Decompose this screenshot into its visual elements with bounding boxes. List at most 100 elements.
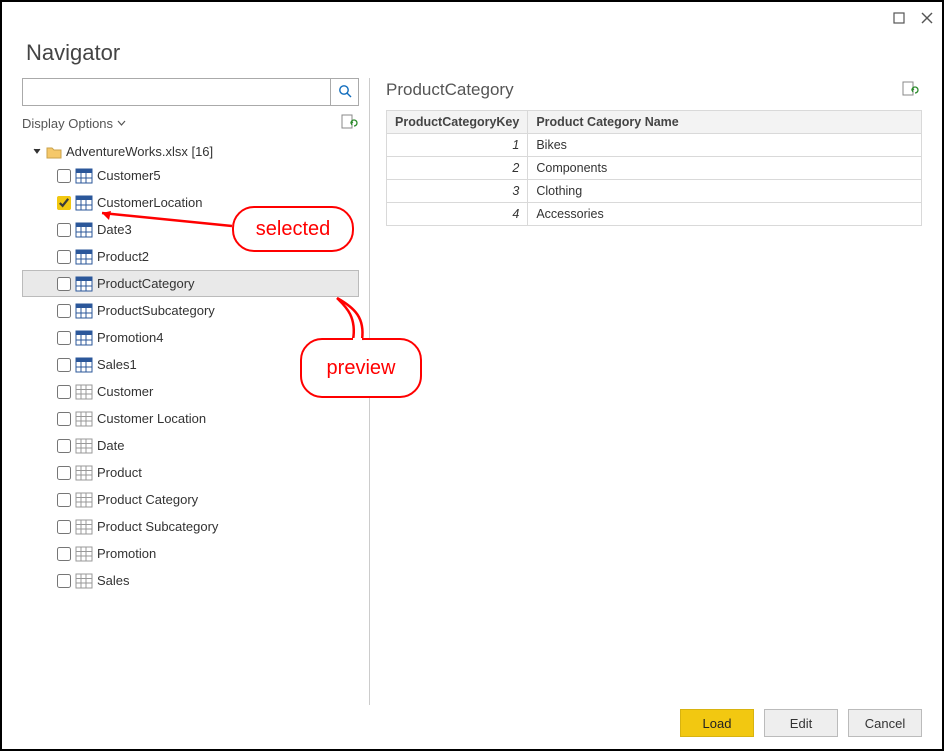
table-icon (76, 331, 92, 345)
left-pane: Display Options (22, 78, 370, 705)
tree-item-checkbox[interactable] (57, 493, 71, 507)
tree-item[interactable]: ProductCategory (22, 270, 359, 297)
tree-item-label: Sales (97, 573, 130, 588)
table-icon (76, 358, 92, 372)
search-button[interactable] (330, 79, 358, 105)
table-row[interactable]: 1Bikes (387, 134, 922, 157)
load-button[interactable]: Load (680, 709, 754, 737)
tree-item-label: CustomerLocation (97, 195, 203, 210)
column-header[interactable]: Product Category Name (528, 111, 922, 134)
options-row: Display Options (22, 106, 359, 139)
tree-item-label: Customer Location (97, 411, 206, 426)
tree-item[interactable]: Product Subcategory (22, 513, 359, 540)
tree-item-label: Product (97, 465, 142, 480)
table-cell: Bikes (528, 134, 922, 157)
tree-item-label: Date (97, 438, 124, 453)
table-icon (76, 196, 92, 210)
tree-item[interactable]: Product Category (22, 486, 359, 513)
tree-item-checkbox[interactable] (57, 574, 71, 588)
tree-item-checkbox[interactable] (57, 250, 71, 264)
preview-table: ProductCategoryKeyProduct Category Name … (386, 110, 922, 226)
worksheet-icon (76, 493, 92, 507)
table-icon (76, 304, 92, 318)
maximize-icon[interactable] (892, 11, 906, 25)
tree-item-label: Sales1 (97, 357, 137, 372)
table-cell: 3 (387, 180, 528, 203)
tree-item-label: ProductCategory (97, 276, 195, 291)
tree-item-checkbox[interactable] (57, 466, 71, 480)
tree-item-checkbox[interactable] (57, 331, 71, 345)
tree-item-checkbox[interactable] (57, 223, 71, 237)
tree-item-label: Customer5 (97, 168, 161, 183)
cancel-button[interactable]: Cancel (848, 709, 922, 737)
tree-item[interactable]: CustomerLocation (22, 189, 359, 216)
tree-item-label: Customer (97, 384, 153, 399)
tree-item[interactable]: Promotion (22, 540, 359, 567)
worksheet-icon (76, 439, 92, 453)
tree-item[interactable]: Date (22, 432, 359, 459)
worksheet-icon (76, 520, 92, 534)
tree-item-checkbox[interactable] (57, 385, 71, 399)
tree-root-label: AdventureWorks.xlsx [16] (66, 144, 213, 159)
tree-item[interactable]: Promotion4 (22, 324, 359, 351)
table-row[interactable]: 4Accessories (387, 203, 922, 226)
tree: AdventureWorks.xlsx [16] Customer5 Custom… (22, 139, 359, 705)
tree-item-checkbox[interactable] (57, 412, 71, 426)
column-header[interactable]: ProductCategoryKey (387, 111, 528, 134)
chevron-down-icon (117, 116, 126, 131)
edit-button[interactable]: Edit (764, 709, 838, 737)
table-icon (76, 169, 92, 183)
tree-item-checkbox[interactable] (57, 547, 71, 561)
folder-icon (46, 145, 62, 159)
tree-root-row[interactable]: AdventureWorks.xlsx [16] (22, 141, 359, 162)
refresh-preview-icon[interactable] (902, 81, 918, 100)
table-cell: Clothing (528, 180, 922, 203)
display-options-label: Display Options (22, 116, 113, 131)
table-row[interactable]: 3Clothing (387, 180, 922, 203)
worksheet-icon (76, 466, 92, 480)
tree-item-label: Promotion (97, 546, 156, 561)
display-options-dropdown[interactable]: Display Options (22, 114, 126, 133)
tree-item[interactable]: Product (22, 459, 359, 486)
tree-item[interactable]: Sales (22, 567, 359, 594)
tree-item-checkbox[interactable] (57, 439, 71, 453)
table-cell: Components (528, 157, 922, 180)
tree-item-label: Product Category (97, 492, 198, 507)
tree-item-checkbox[interactable] (57, 520, 71, 534)
refresh-preview-icon[interactable] (341, 114, 357, 133)
tree-item-checkbox[interactable] (57, 169, 71, 183)
worksheet-icon (76, 412, 92, 426)
tree-item[interactable]: ProductSubcategory (22, 297, 359, 324)
search-icon (338, 84, 352, 101)
tree-item-checkbox[interactable] (57, 304, 71, 318)
right-pane: ProductCategory ProductCategoryKeyProduc… (370, 78, 922, 705)
tree-item-checkbox[interactable] (57, 358, 71, 372)
tree-item[interactable]: Sales1 (22, 351, 359, 378)
tree-item-checkbox[interactable] (57, 277, 71, 291)
dialog-title: Navigator (2, 34, 942, 78)
close-icon[interactable] (920, 11, 934, 25)
tree-item[interactable]: Date3 (22, 216, 359, 243)
tree-item-label: Product2 (97, 249, 149, 264)
worksheet-icon (76, 574, 92, 588)
worksheet-icon (76, 385, 92, 399)
preview-title: ProductCategory (386, 80, 514, 100)
tree-item[interactable]: Customer Location (22, 405, 359, 432)
tree-item[interactable]: Customer (22, 378, 359, 405)
expand-collapse-icon[interactable] (32, 144, 42, 159)
tree-item-label: Promotion4 (97, 330, 163, 345)
search-input[interactable] (23, 79, 330, 105)
table-icon (76, 223, 92, 237)
tree-item-checkbox[interactable] (57, 196, 71, 210)
tree-item-label: ProductSubcategory (97, 303, 215, 318)
table-row[interactable]: 2Components (387, 157, 922, 180)
tree-item[interactable]: Product2 (22, 243, 359, 270)
worksheet-icon (76, 547, 92, 561)
table-cell: Accessories (528, 203, 922, 226)
tree-item-label: Date3 (97, 222, 132, 237)
dialog-footer: Load Edit Cancel (680, 709, 922, 737)
navigator-dialog: Navigator Display Options (0, 0, 944, 751)
table-icon (76, 277, 92, 291)
tree-item-label: Product Subcategory (97, 519, 218, 534)
tree-item[interactable]: Customer5 (22, 162, 359, 189)
